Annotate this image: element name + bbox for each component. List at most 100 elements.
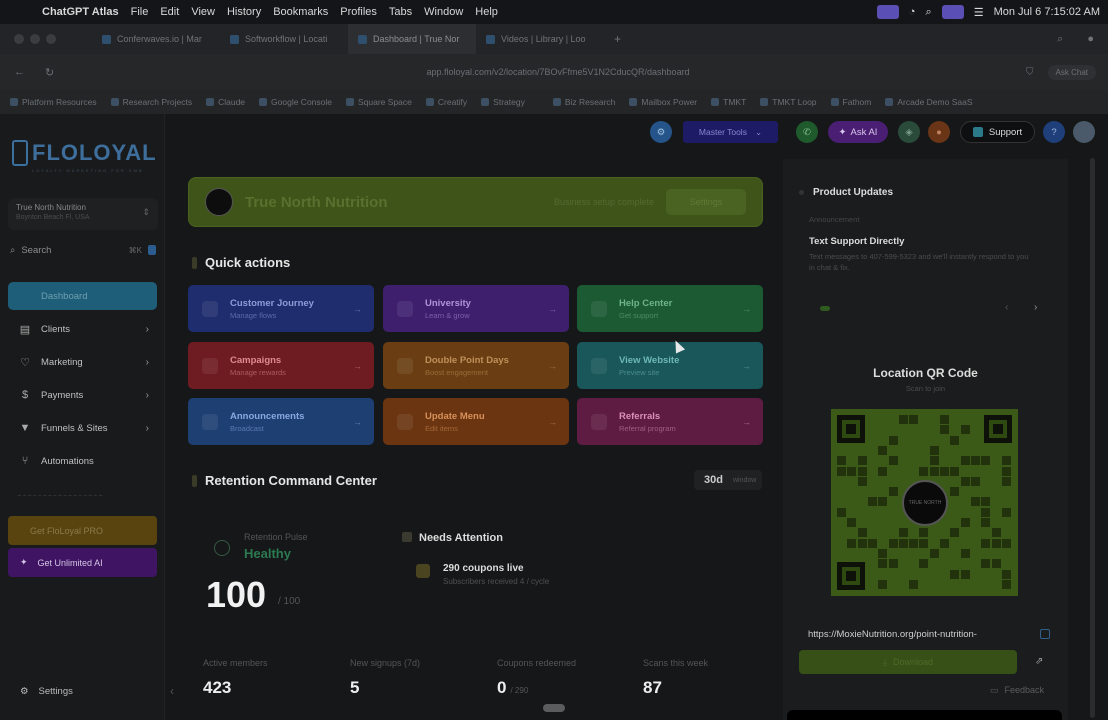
qr-code-image[interactable]: TRUE NORTH [831,409,1018,596]
extension-icon[interactable]: ⛉ [1026,67,1034,78]
arrow-right-icon: → [548,303,557,314]
quick-action-tile[interactable]: Campaigns Manage rewards → [188,342,374,389]
carousel-indicator[interactable] [820,306,830,311]
bookmark-item[interactable]: Strategy [481,97,525,107]
location-switcher[interactable]: True North Nutrition Boynton Beach Fl, U… [8,198,158,230]
sidebar-item-settings[interactable]: ⚙ Settings [20,686,73,697]
quick-action-tile[interactable]: Referrals Referral program → [577,398,763,445]
sidebar-item-funnels[interactable]: ▼ Funnels & Sites › [8,414,157,442]
range-selector[interactable]: 30d window [694,470,762,490]
bottom-chat-widget[interactable] [787,710,1062,720]
external-link-icon[interactable]: ⇗ [1035,656,1043,667]
quick-action-tile[interactable]: Update Menu Edit items → [383,398,569,445]
bookmark-item[interactable]: Platform Resources [10,97,97,107]
bookmark-item[interactable]: Square Space [346,97,412,107]
chevron-right-icon[interactable]: › [1034,302,1037,313]
bookmark-item[interactable]: Arcade Demo SaaS [885,97,973,107]
notifications-button[interactable]: ● [928,121,950,143]
qr-url[interactable]: https://MoxieNutrition.org/point-nutriti… [808,629,977,640]
menu-edit[interactable]: Edit [154,6,185,18]
menu-app-name[interactable]: ChatGPT Atlas [36,6,125,18]
browser-tab[interactable]: Videos | Library | Loo [476,24,604,54]
page-scrollbar[interactable] [1090,158,1095,718]
screen-record-icon[interactable] [876,5,899,19]
gear-button[interactable]: ⚙ [650,121,672,143]
phone-button[interactable]: ✆ [796,121,818,143]
bookmark-item[interactable]: TMKT [711,97,746,107]
menu-history[interactable]: History [221,6,267,18]
menu-tabs[interactable]: Tabs [383,6,418,18]
chevron-left-icon[interactable]: ‹ [1005,302,1008,313]
menu-view[interactable]: View [185,6,221,18]
feedback-button[interactable]: ▭ Feedback [990,685,1044,696]
sidebar-search[interactable]: ⌕ Search ⌘K [10,242,156,258]
bookmark-item[interactable]: Research Projects [110,97,192,107]
support-button[interactable]: Support [960,121,1035,143]
qr-module [991,538,1001,548]
megaphone-button[interactable]: ◈ [898,121,920,143]
copy-icon[interactable] [1040,629,1050,639]
url-field[interactable]: app.floloyal.com/v2/location/7BOvFfme5V1… [90,67,1026,77]
sidebar-item-clients[interactable]: ▤ Clients › [8,315,157,343]
floloyal-logo[interactable]: FLOLOYAL LOYALTY MARKETING FOR SMB [12,140,157,173]
bookmark-item[interactable]: Biz Research [552,97,615,107]
quick-action-icon [202,300,218,317]
bookmark-item[interactable]: Fathom [830,97,871,107]
zoom-window-button[interactable] [46,34,56,44]
back-icon[interactable]: ← [14,66,25,79]
menu-file[interactable]: File [125,6,155,18]
browser-tab-active[interactable]: Dashboard | True Nor [348,24,476,54]
quick-action-tile[interactable]: Customer Journey Manage flows → [188,285,374,332]
target-icon [192,474,197,487]
tab-title: Dashboard | True Nor [373,34,460,44]
sidebar-item-dashboard[interactable]: Dashboard [8,282,157,310]
menubar-clock[interactable]: Mon Jul 6 7:15:02 AM [994,6,1100,18]
menu-help[interactable]: Help [469,6,504,18]
quick-action-tile[interactable]: University Learn & grow → [383,285,569,332]
sidebar-item-automations[interactable]: ⑂ Automations [8,447,157,475]
control-center-icon[interactable]: ☰ [974,6,984,19]
quick-action-tile[interactable]: Announcements Broadcast → [188,398,374,445]
browser-tab[interactable]: Conferwaves.io | Mar [92,24,220,54]
profile-icon[interactable]: ● [1087,33,1094,46]
bookmark-item[interactable]: Mailbox Power [629,97,697,107]
bolt-icon[interactable] [148,245,156,255]
ask-chat-button[interactable]: Ask Chat [1047,64,1096,80]
menu-window[interactable]: Window [418,6,469,18]
quick-action-tile[interactable]: Help Center Get support → [577,285,763,332]
help-button[interactable]: ? [1043,121,1065,143]
support-label: Support [988,126,1023,138]
heart-icon: ♡ [20,356,30,369]
wifi-icon[interactable]: ◔ [909,6,916,18]
browser-tab[interactable]: Softworkflow | Locati [220,24,348,54]
user-avatar[interactable] [1073,121,1095,143]
get-pro-button[interactable]: Get FloLoyal PRO [8,516,157,545]
banner-settings-button[interactable]: Settings [666,189,746,215]
close-window-button[interactable] [14,34,24,44]
alert-icon [402,532,412,542]
minimize-window-button[interactable] [30,34,40,44]
bookmark-item[interactable]: Creatify [425,97,467,107]
tab-search-icon[interactable]: ⌕ [1057,33,1063,46]
bookmark-item[interactable]: Claude [206,97,245,107]
quick-action-tile[interactable]: Double Point Days Boost engagement → [383,342,569,389]
quick-action-tile[interactable]: View Website Preview site → [577,342,763,389]
download-qr-button[interactable]: ⤓ Download [799,650,1017,674]
control-icon[interactable] [941,5,964,19]
menu-bookmarks[interactable]: Bookmarks [267,6,334,18]
collapse-sidebar-icon[interactable]: ‹ [170,684,174,698]
sidebar-item-payments[interactable]: $ Payments › [8,381,157,409]
bookmark-item[interactable]: TMKT Loop [760,97,817,107]
menu-profiles[interactable]: Profiles [334,6,383,18]
spotlight-icon[interactable]: ⌕ [926,6,932,19]
bookmark-item[interactable]: Google Console [259,97,332,107]
master-tools-dropdown[interactable]: Master Tools ⌄ [683,121,778,143]
scroll-indicator[interactable] [543,704,565,712]
get-unlimited-ai-button[interactable]: ✦ Get Unlimited AI [8,548,157,577]
reload-icon[interactable]: ↻ [45,66,54,79]
ask-ai-button[interactable]: ✦ Ask AI [828,121,888,143]
new-tab-button[interactable]: + [604,32,631,46]
coupons-live[interactable]: 290 coupons live [443,563,524,574]
sidebar-item-marketing[interactable]: ♡ Marketing › [8,348,157,376]
qr-module [960,518,970,527]
